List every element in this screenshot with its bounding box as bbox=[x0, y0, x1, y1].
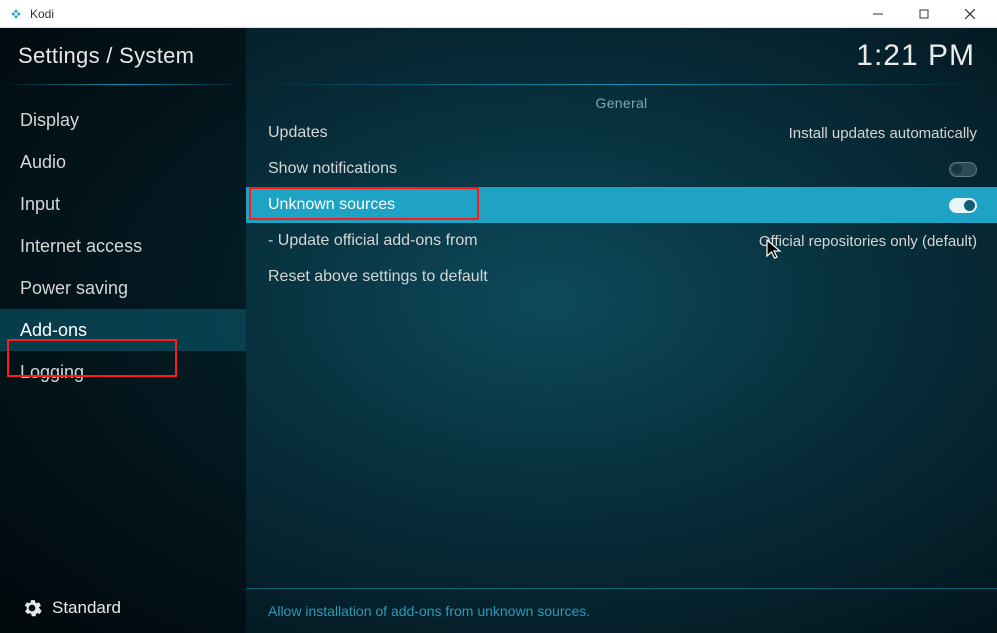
toggle-on-icon[interactable] bbox=[949, 198, 977, 213]
toggle-off-icon[interactable] bbox=[949, 162, 977, 177]
setting-unknown-sources[interactable]: Unknown sources bbox=[246, 187, 997, 223]
sidebar-item-power-saving[interactable]: Power saving bbox=[0, 267, 246, 309]
sidebar-items: Display Audio Input Internet access Powe… bbox=[0, 93, 246, 583]
settings-level-button[interactable]: Standard bbox=[0, 583, 246, 633]
close-button[interactable] bbox=[947, 0, 993, 28]
minimize-button[interactable] bbox=[855, 0, 901, 28]
header-row: 1:21 PM bbox=[246, 28, 997, 84]
sidebar-item-label: Internet access bbox=[20, 236, 142, 257]
window-title: Kodi bbox=[30, 7, 54, 21]
setting-label: Updates bbox=[268, 124, 328, 142]
maximize-button[interactable] bbox=[901, 0, 947, 28]
divider bbox=[246, 84, 997, 85]
sidebar-item-label: Power saving bbox=[20, 278, 128, 299]
setting-reset-defaults[interactable]: Reset above settings to default bbox=[246, 259, 997, 295]
sidebar-item-label: Input bbox=[20, 194, 60, 215]
main-panel: 1:21 PM General Updates Install updates … bbox=[246, 28, 997, 633]
sidebar-item-label: Add-ons bbox=[20, 320, 87, 341]
settings-level-label: Standard bbox=[52, 598, 121, 618]
sidebar-item-label: Display bbox=[20, 110, 79, 131]
setting-label: Unknown sources bbox=[268, 196, 395, 214]
sidebar-item-internet-access[interactable]: Internet access bbox=[0, 225, 246, 267]
sidebar: Settings / System Display Audio Input In… bbox=[0, 28, 246, 633]
breadcrumb: Settings / System bbox=[0, 28, 246, 84]
setting-label: Update official add-ons from bbox=[268, 232, 478, 250]
settings-list: Updates Install updates automatically Sh… bbox=[246, 115, 997, 295]
sidebar-item-input[interactable]: Input bbox=[0, 183, 246, 225]
setting-update-official-addons-from[interactable]: Update official add-ons from Official re… bbox=[246, 223, 997, 259]
sidebar-item-add-ons[interactable]: Add-ons bbox=[0, 309, 246, 351]
setting-value: Official repositories only (default) bbox=[759, 233, 977, 250]
sidebar-item-display[interactable]: Display bbox=[0, 99, 246, 141]
setting-value: Install updates automatically bbox=[789, 125, 977, 142]
setting-show-notifications[interactable]: Show notifications bbox=[246, 151, 997, 187]
divider bbox=[0, 84, 246, 85]
clock: 1:21 PM bbox=[856, 39, 975, 73]
gear-icon bbox=[22, 598, 42, 618]
sidebar-item-label: Audio bbox=[20, 152, 66, 173]
app-body: Settings / System Display Audio Input In… bbox=[0, 28, 997, 633]
help-text: Allow installation of add-ons from unkno… bbox=[246, 588, 997, 633]
kodi-logo-icon bbox=[8, 6, 24, 22]
setting-label: Show notifications bbox=[268, 160, 397, 178]
sidebar-item-audio[interactable]: Audio bbox=[0, 141, 246, 183]
sidebar-item-logging[interactable]: Logging bbox=[0, 351, 246, 393]
titlebar: Kodi bbox=[0, 0, 997, 28]
setting-updates[interactable]: Updates Install updates automatically bbox=[246, 115, 997, 151]
sidebar-item-label: Logging bbox=[20, 362, 84, 383]
setting-label: Reset above settings to default bbox=[268, 268, 488, 286]
section-header: General bbox=[246, 89, 997, 115]
